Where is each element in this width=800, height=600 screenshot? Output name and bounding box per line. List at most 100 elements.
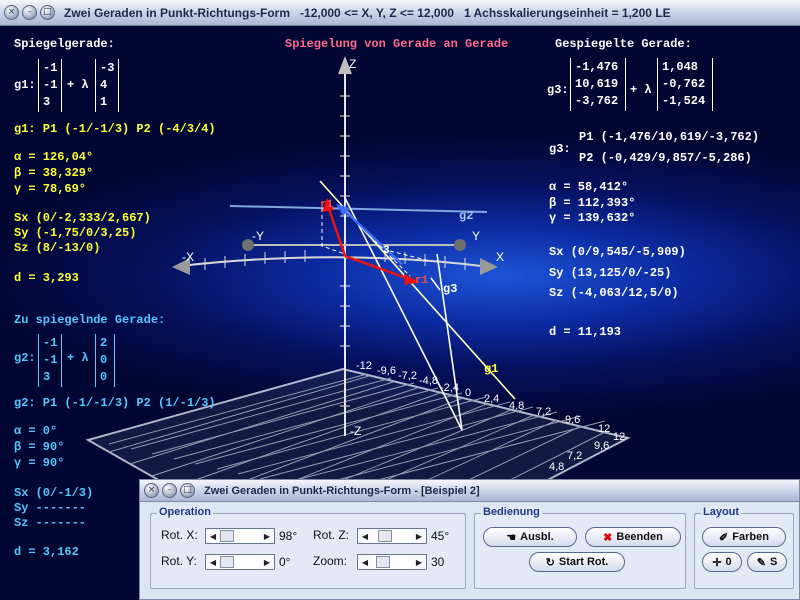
g3-position-vector: -1,476 10,619 -3,762	[570, 58, 626, 111]
g1-label: g1:	[14, 78, 36, 92]
start-rotation-button[interactable]: ↻ Start Rot.	[529, 552, 625, 572]
g3-label2: g3:	[549, 142, 571, 156]
axis-yneg-label: -Y	[252, 229, 264, 243]
g2-gamma: γ = 90°	[14, 456, 65, 470]
label-g1: g1	[484, 362, 499, 376]
layout-group: Layout ✐ Farben ✛ 0 ✎ S	[694, 506, 794, 589]
left-heading: Spiegelgerade:	[14, 37, 115, 51]
rotx-label: Rot. X:	[161, 528, 198, 542]
zoom-thumb[interactable]	[376, 556, 390, 568]
grid-label: 0	[465, 387, 472, 399]
g3-distance: d = 11,193	[549, 325, 622, 339]
rotx-slider[interactable]: ◀ ▶	[205, 528, 275, 544]
arrow-left-icon[interactable]: ◀	[206, 555, 220, 569]
g2-position-vector: -1 -1 3	[38, 334, 62, 387]
zoom-value: 30	[431, 555, 445, 569]
rotz-slider[interactable]: ◀ ▶	[357, 528, 427, 544]
g1-lambda: + λ	[67, 78, 89, 92]
farben-button[interactable]: ✐ Farben	[702, 527, 786, 547]
g2-sy: Sy -------	[14, 501, 87, 515]
arrow-right-icon[interactable]: ▶	[412, 555, 426, 569]
close-x-icon: ✖	[603, 531, 613, 544]
maximize-icon[interactable]: □	[40, 5, 55, 20]
roty-thumb[interactable]	[220, 556, 234, 568]
g3-direction-vector: 1,048 -0,762 -1,524	[657, 58, 713, 111]
center-heading: Spiegelung von Gerade an Gerade	[285, 37, 509, 51]
beenden-button[interactable]: ✖ Beenden	[585, 527, 681, 547]
arrow-right-icon[interactable]: ▶	[260, 555, 274, 569]
grid-label: 9,6	[565, 414, 581, 426]
rotz-label: Rot. Z:	[313, 528, 350, 542]
arrow-right-icon[interactable]: ▶	[260, 529, 274, 543]
g3-gamma: γ = 139,632°	[549, 211, 636, 225]
g1-gamma: γ = 78,69°	[14, 182, 87, 196]
g2-direction-vector: 200	[95, 334, 115, 387]
origin-button[interactable]: ✛ 0	[702, 552, 742, 572]
axis-x-label: X	[496, 250, 505, 264]
bedienung-label: Bedienung	[481, 506, 542, 518]
arrow-left-icon[interactable]: ◀	[206, 529, 220, 543]
grid-label: 12	[598, 423, 611, 435]
rotx-thumb[interactable]	[220, 530, 234, 542]
g1-alpha: α = 126,04°	[14, 150, 94, 164]
arrow-left-icon[interactable]: ◀	[358, 529, 372, 543]
brush-icon: ✎	[756, 556, 766, 569]
g3-label: g3:	[547, 83, 569, 97]
close-icon[interactable]: ×	[144, 483, 159, 498]
axis-y-cap	[454, 239, 466, 251]
g3-beta: β = 112,393°	[549, 196, 636, 210]
grid-label: -12	[356, 360, 372, 372]
grid-label: -9,6	[377, 365, 396, 377]
save-button[interactable]: ✎ S	[747, 552, 787, 572]
axis-y-label: Y	[472, 229, 481, 243]
grid-label: 9,6	[594, 440, 610, 452]
g2-sx: Sx (0/-1/3)	[14, 486, 94, 500]
g3-lambda: + λ	[630, 83, 652, 97]
g1-position-vector: -1 -1 3	[38, 59, 62, 112]
control-panel: × – □ Zwei Geraden in Punkt-Richtungs-Fo…	[139, 479, 800, 600]
minimize-icon[interactable]: –	[22, 5, 37, 20]
grid-label: 7,2	[536, 406, 552, 418]
label-r1: r1	[320, 199, 334, 211]
layout-label: Layout	[701, 506, 742, 518]
roty-value: 0°	[279, 555, 291, 569]
grid-label: -7,2	[398, 370, 417, 382]
close-icon[interactable]: ×	[4, 5, 19, 20]
axis-xneg-label: -X	[182, 250, 194, 264]
g3-p1: P1 (-1,476/10,619/-3,762)	[579, 130, 760, 144]
label-g2: g2	[459, 209, 474, 223]
g3-sy: Sy (13,125/0/-25)	[549, 266, 672, 280]
hand-icon: ☚	[506, 531, 517, 544]
rotz-value: 45°	[431, 529, 450, 543]
line-g2	[229, 205, 488, 213]
maximize-icon[interactable]: □	[180, 483, 195, 498]
operation-label: Operation	[157, 506, 213, 518]
rotz-thumb[interactable]	[378, 530, 392, 542]
grid-label: -4,8	[419, 375, 438, 387]
g2-alpha: α = 0°	[14, 424, 58, 438]
g3-p2: P2 (-0,429/9,857/-5,286)	[579, 151, 752, 165]
right-heading: Gespiegelte Gerade:	[555, 37, 692, 51]
grid-label: -2,4	[440, 382, 459, 394]
grid-label: 4,8	[509, 400, 525, 412]
bedienung-group: Bedienung ☚ Ausbl. ✖ Beenden ↻ Start Rot.	[474, 506, 686, 589]
arrow-right-icon[interactable]: ▶	[412, 529, 426, 543]
g1-distance: d = 3,293	[14, 271, 79, 285]
left-heading2: Zu spiegelnde Gerade:	[14, 313, 166, 327]
g1-points: g1: P1 (-1/-1/3) P2 (-4/3/4)	[14, 122, 216, 136]
roty-slider[interactable]: ◀ ▶	[205, 554, 275, 570]
g3-alpha: α = 58,412°	[549, 180, 629, 194]
minimize-icon[interactable]: –	[162, 483, 177, 498]
grid-label: 2,4	[484, 393, 500, 405]
window-title: Zwei Geraden in Punkt-Richtungs-Form -12…	[64, 5, 671, 20]
ausbl-button[interactable]: ☚ Ausbl.	[483, 527, 577, 547]
g3-sx: Sx (0/9,545/-5,909)	[549, 245, 686, 259]
g1-sx: Sx (0/-2,333/2,667)	[14, 211, 151, 225]
paint-icon: ✐	[719, 531, 729, 544]
arrow-left-icon[interactable]: ◀	[358, 555, 372, 569]
grid-label: 7,2	[567, 450, 583, 462]
g3-sz: Sz (-4,063/12,5/0)	[549, 286, 679, 300]
rotx-value: 98°	[279, 529, 298, 543]
g2-label: g2:	[14, 351, 36, 365]
zoom-slider[interactable]: ◀ ▶	[357, 554, 427, 570]
